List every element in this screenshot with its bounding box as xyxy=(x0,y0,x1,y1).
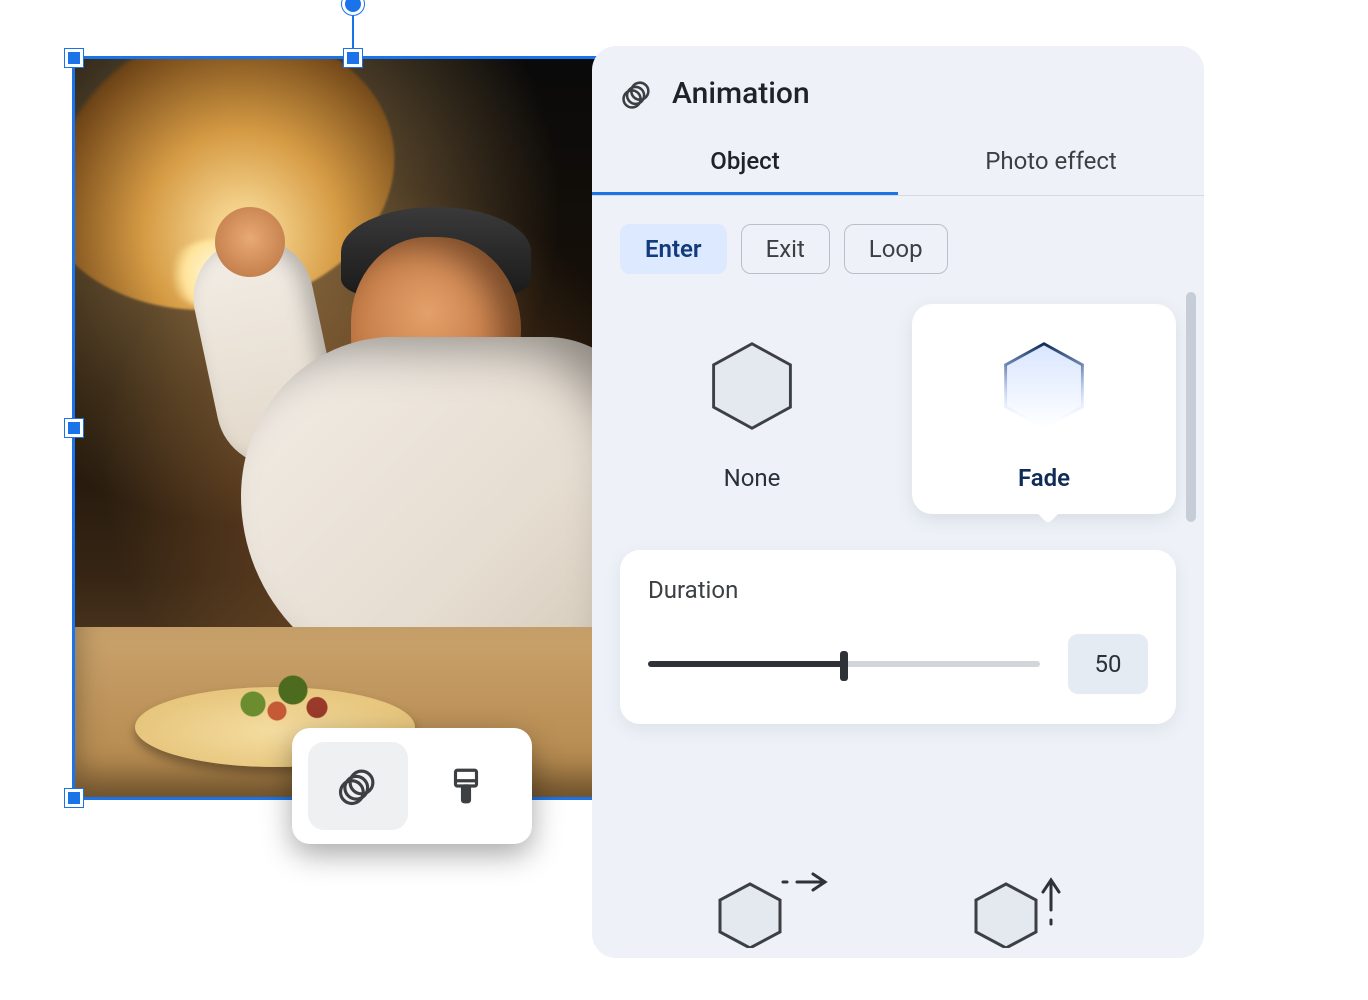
hexagon-icon xyxy=(704,338,800,434)
panel-title: Animation xyxy=(672,76,810,111)
animation-phase-chips: Enter Exit Loop xyxy=(620,224,1176,274)
animation-option-slide-right[interactable] xyxy=(705,868,845,948)
slider-track-fill xyxy=(648,661,844,667)
animation-option-fade[interactable]: Fade xyxy=(912,304,1176,514)
panel-scrollbar-thumb[interactable] xyxy=(1186,292,1196,522)
animation-option-label: None xyxy=(724,464,781,492)
animation-options-row-2 xyxy=(592,868,1204,948)
panel-tabs: Object Photo effect xyxy=(592,129,1204,196)
duration-label: Duration xyxy=(648,576,1148,604)
duration-slider[interactable] xyxy=(648,649,1040,679)
photo-placeholder xyxy=(75,59,631,797)
context-toolbar xyxy=(292,728,532,844)
animation-options: None xyxy=(620,304,1176,514)
tab-photo-effect[interactable]: Photo effect xyxy=(898,129,1204,195)
resize-handle-mid-left[interactable] xyxy=(65,419,83,437)
context-toolbar-brush-button[interactable] xyxy=(416,742,516,830)
rotation-handle-stem xyxy=(352,14,354,50)
chip-loop[interactable]: Loop xyxy=(844,224,948,274)
image-canvas xyxy=(75,59,631,797)
slider-thumb[interactable] xyxy=(840,651,848,681)
selected-image-frame[interactable] xyxy=(72,56,634,800)
chip-exit[interactable]: Exit xyxy=(741,224,830,274)
animation-panel: Animation Object Photo effect Enter Exit… xyxy=(592,46,1204,958)
animation-option-slide-up[interactable] xyxy=(951,868,1091,948)
panel-body: Enter Exit Loop None xyxy=(592,196,1204,948)
duration-value[interactable]: 50 xyxy=(1068,634,1148,694)
chip-enter[interactable]: Enter xyxy=(620,224,727,274)
context-toolbar-animation-button[interactable] xyxy=(308,742,408,830)
animation-icon xyxy=(337,765,379,807)
resize-handle-top-mid[interactable] xyxy=(344,49,362,67)
resize-handle-bottom-left[interactable] xyxy=(65,789,83,807)
resize-handle-top-left[interactable] xyxy=(65,49,83,67)
rotation-handle[interactable] xyxy=(342,0,364,15)
animation-option-none[interactable]: None xyxy=(620,304,884,514)
hexagon-fade-icon xyxy=(996,338,1092,434)
paintbrush-icon xyxy=(445,765,487,807)
panel-header: Animation xyxy=(592,46,1204,129)
tab-object[interactable]: Object xyxy=(592,129,898,195)
animation-icon xyxy=(620,77,654,111)
duration-card: Duration 50 xyxy=(620,550,1176,724)
